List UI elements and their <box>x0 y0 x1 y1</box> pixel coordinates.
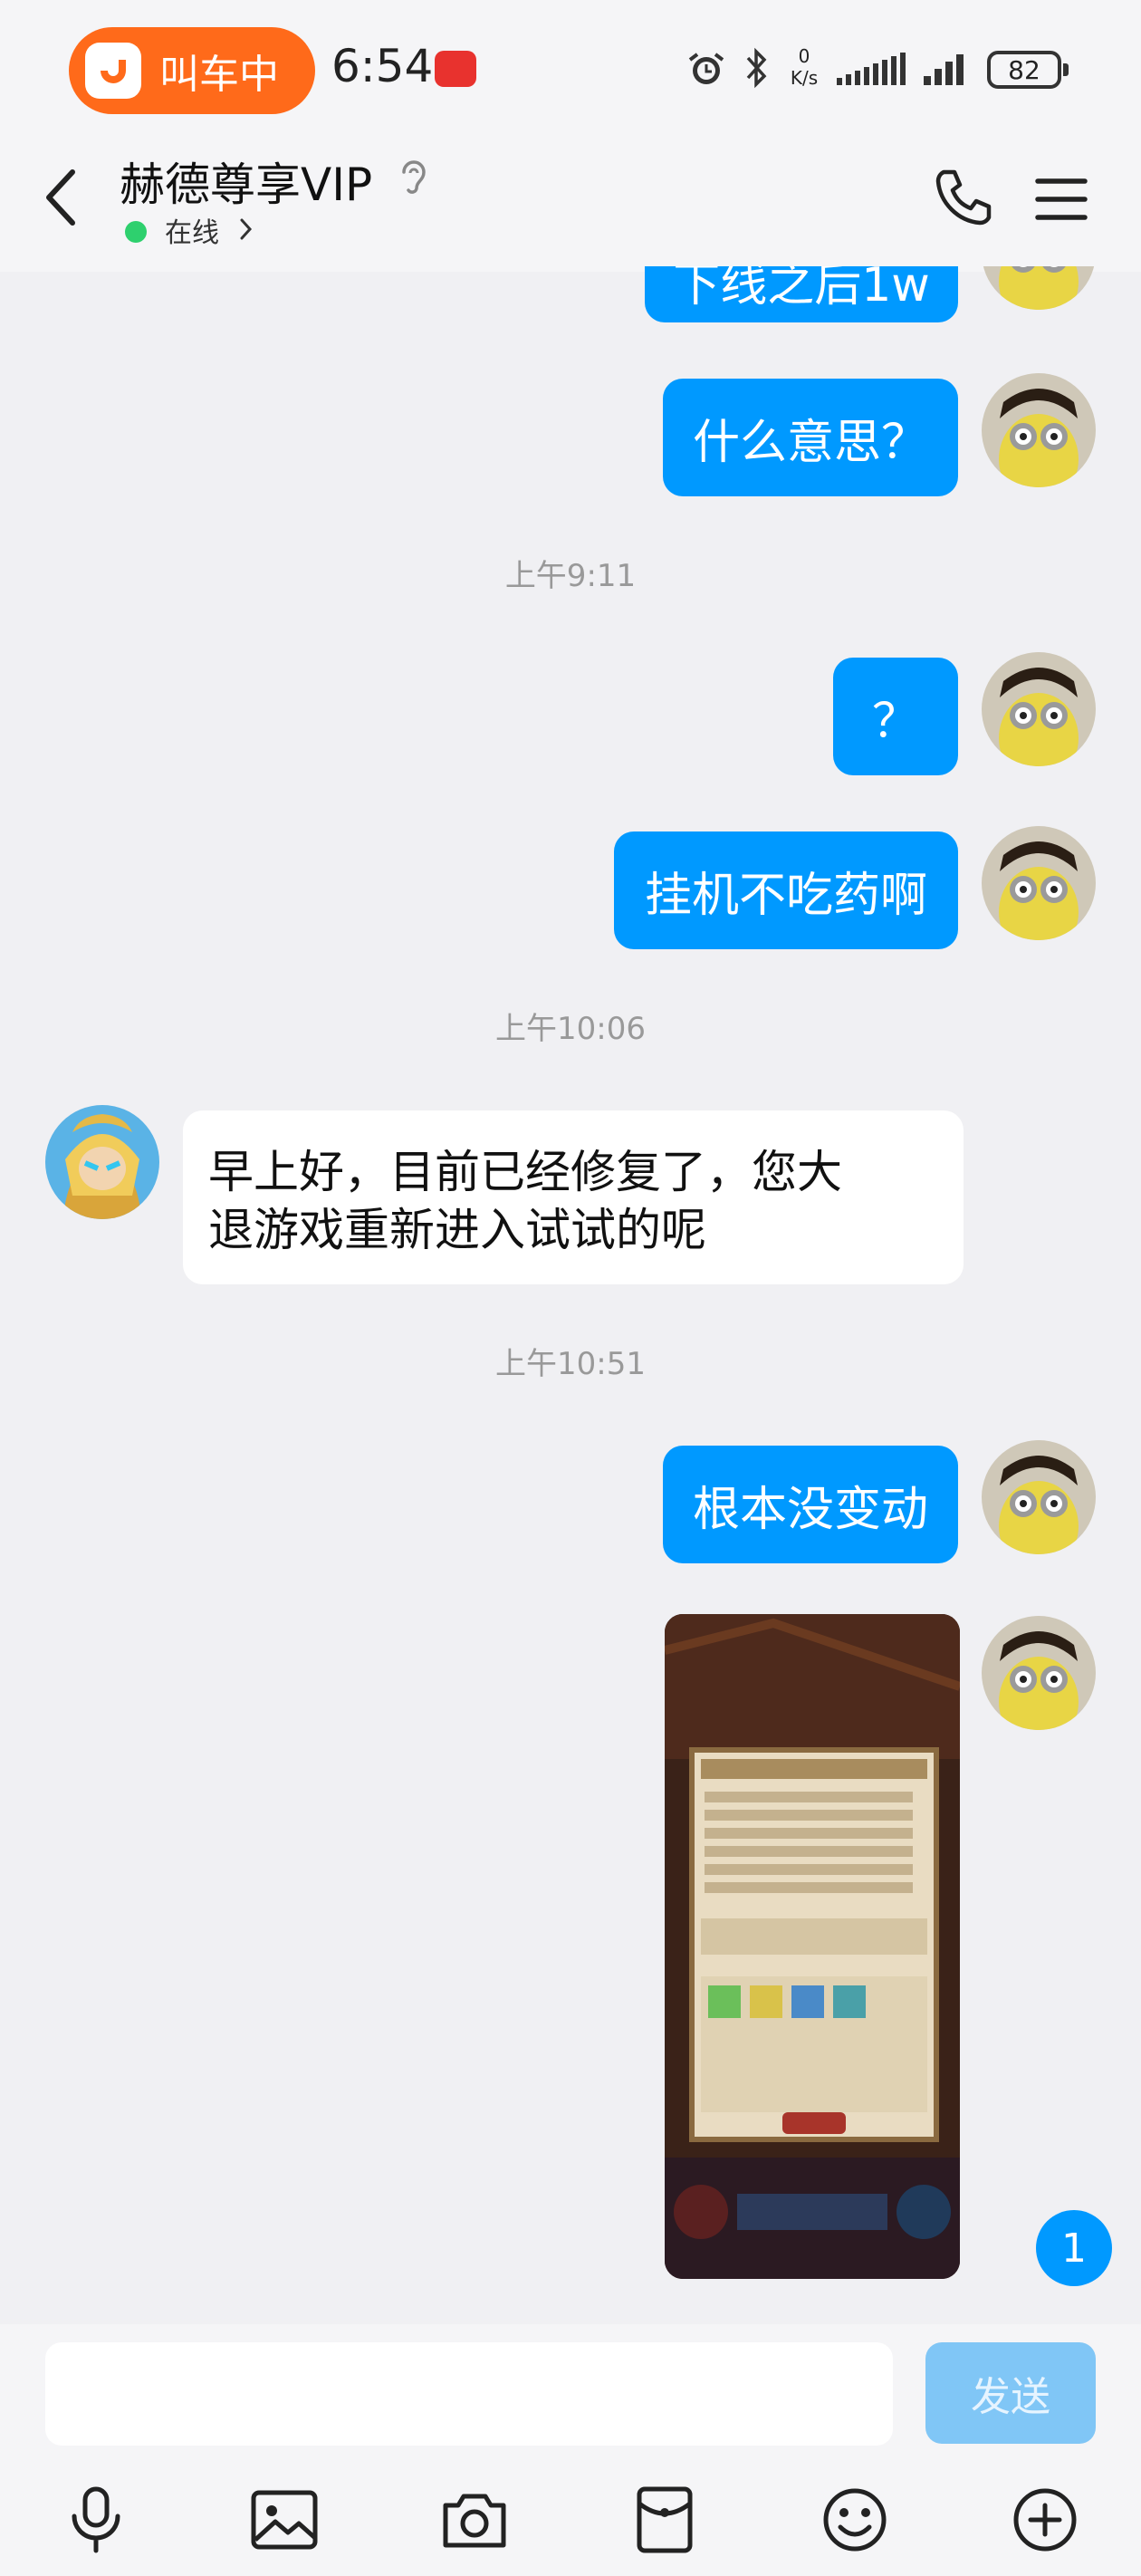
contact-avatar[interactable] <box>45 1105 159 1219</box>
emoji-icon[interactable] <box>819 2484 891 2556</box>
game-screenshot-thumbnail <box>665 1614 960 2279</box>
chevron-right-icon[interactable] <box>237 216 255 243</box>
hero-avatar-icon <box>45 1105 159 1219</box>
online-status-dot <box>125 221 147 243</box>
minion-avatar-icon <box>982 652 1096 766</box>
cellular-signal-icon <box>837 53 906 85</box>
red-packet-icon[interactable] <box>628 2484 701 2556</box>
unread-messages-badge[interactable]: 1 <box>1036 2210 1112 2286</box>
outgoing-message-bubble[interactable]: 根本没变动 <box>663 1446 958 1563</box>
my-avatar[interactable] <box>982 1616 1096 1730</box>
message-timestamp: 上午9:11 <box>504 558 637 594</box>
incoming-message-bubble[interactable]: 早上好，目前已经修复了，您大 退游戏重新进入试试的呢 <box>183 1110 964 1284</box>
message-text-line: 早上好，目前已经修复了，您大 <box>208 1146 842 1198</box>
message-timestamp: 上午10:06 <box>495 1011 646 1047</box>
clock: 6:54 <box>331 40 434 92</box>
minion-avatar-icon <box>982 826 1096 940</box>
image-message[interactable] <box>665 1614 960 2279</box>
my-avatar[interactable] <box>982 1440 1096 1554</box>
send-button[interactable]: 发送 <box>925 2342 1096 2444</box>
alarm-icon <box>688 53 724 84</box>
message-text: 根本没变动 <box>692 1482 928 1537</box>
app-notification-icon <box>435 51 476 87</box>
network-speed: 0 K/s <box>790 45 819 89</box>
my-avatar[interactable] <box>982 652 1096 766</box>
contact-name[interactable]: 赫德尊享VIP <box>120 149 372 214</box>
minion-avatar-icon <box>982 373 1096 487</box>
minion-avatar-icon <box>982 1616 1096 1730</box>
outgoing-message-bubble[interactable]: ？ <box>833 658 958 775</box>
online-status-label[interactable]: 在线 <box>165 210 219 250</box>
phone-call-button[interactable] <box>931 165 994 228</box>
battery-indicator: 82 <box>987 51 1061 89</box>
ride-status-label: 叫车中 <box>159 52 279 98</box>
message-text-line: 退游戏重新进入试试的呢 <box>208 1204 706 1256</box>
battery-nub <box>1063 63 1069 76</box>
ride-hailing-pill[interactable]: 叫车中 <box>69 27 315 114</box>
camera-icon[interactable] <box>438 2484 511 2556</box>
my-avatar[interactable] <box>982 373 1096 487</box>
my-avatar[interactable] <box>982 826 1096 940</box>
minion-avatar-icon <box>982 1440 1096 1554</box>
message-text: 挂机不吃药啊 <box>644 868 927 923</box>
outgoing-message-bubble[interactable]: 挂机不吃药啊 <box>614 831 958 949</box>
message-text: ？ <box>871 694 919 749</box>
message-timestamp: 上午10:51 <box>495 1346 646 1382</box>
bluetooth-icon <box>746 47 767 89</box>
ear-icon[interactable] <box>398 158 429 199</box>
message-input[interactable] <box>45 2342 893 2446</box>
outgoing-message-bubble[interactable]: 什么意思？ <box>663 379 958 496</box>
menu-button[interactable] <box>1034 172 1088 226</box>
microphone-icon[interactable] <box>60 2484 132 2556</box>
image-picker-icon[interactable] <box>248 2484 321 2556</box>
plus-more-icon[interactable] <box>1009 2484 1081 2556</box>
back-button[interactable] <box>36 163 91 232</box>
message-text: 什么意思？ <box>692 415 928 470</box>
didi-logo-icon <box>85 43 141 99</box>
cellular-signal-2-icon <box>924 54 964 85</box>
